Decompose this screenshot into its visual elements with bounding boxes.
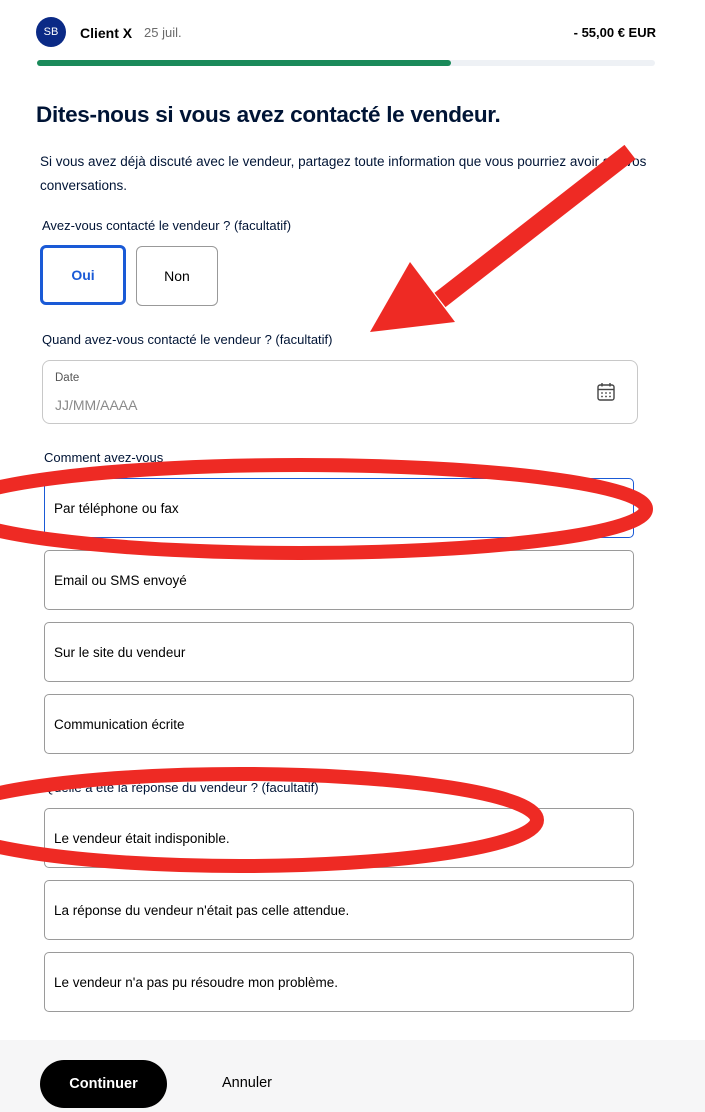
date-input[interactable] — [55, 395, 575, 415]
cancel-link[interactable]: Annuler — [222, 1075, 272, 1091]
contact-date-label: Quand avez-vous contacté le vendeur ? (f… — [42, 332, 333, 347]
date-field-label: Date — [55, 372, 80, 384]
contacted-question-label: Avez-vous contacté le vendeur ? (faculta… — [42, 218, 292, 233]
option-merchant-site[interactable]: Sur le site du vendeur — [44, 622, 634, 682]
yes-button[interactable]: Oui — [40, 245, 126, 305]
option-unavailable[interactable]: Le vendeur était indisponible. — [44, 808, 634, 868]
progress-bar — [37, 60, 655, 66]
transaction-amount: - 55,00 € EUR — [573, 25, 656, 40]
option-email-sms[interactable]: Email ou SMS envoyé — [44, 550, 634, 610]
progress-bar-fill — [37, 60, 452, 66]
contact-method-label: Comment avez-vous — [44, 450, 164, 465]
intro-text: Si vous avez déjà discuté avec le vendeu… — [40, 154, 647, 193]
transaction-header: SB Client X 25 juil. - 55,00 € EUR — [36, 16, 656, 50]
merchant-name: Client X — [80, 25, 133, 41]
avatar: SB — [36, 17, 66, 47]
option-unexpected-response[interactable]: La réponse du vendeur n'était pas celle … — [44, 880, 634, 940]
transaction-date: 25 juil. — [144, 25, 182, 40]
option-not-resolved[interactable]: Le vendeur n'a pas pu résoudre mon probl… — [44, 952, 634, 1012]
no-button[interactable]: Non — [136, 246, 218, 306]
calendar-icon[interactable] — [597, 382, 615, 401]
page-title: Dites-nous si vous avez contacté le vend… — [36, 102, 501, 127]
merchant-response-label: Quelle a été la réponse du vendeur ? (fa… — [44, 780, 319, 795]
option-written[interactable]: Communication écrite — [44, 694, 634, 754]
continue-button[interactable]: Continuer — [40, 1060, 167, 1108]
date-field[interactable]: Date — [42, 360, 638, 424]
option-phone-fax[interactable]: Par téléphone ou fax — [44, 478, 634, 538]
